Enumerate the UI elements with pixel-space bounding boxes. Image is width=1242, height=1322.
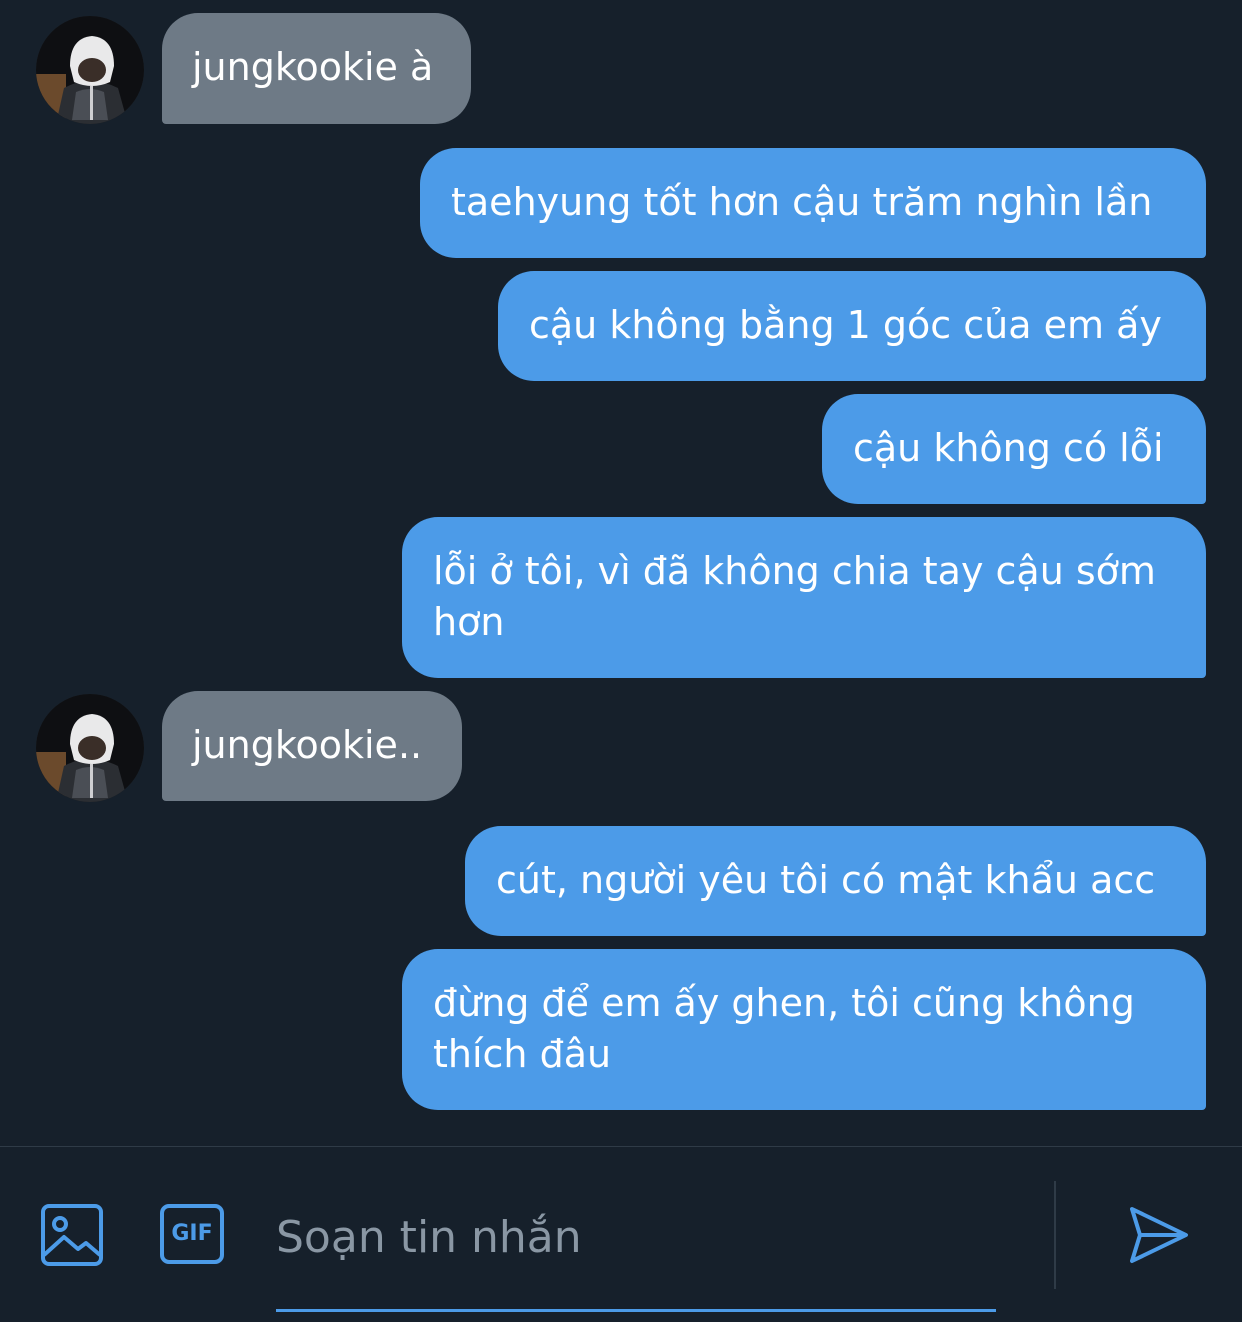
message-composer: GIF — [0, 1146, 1242, 1322]
avatar[interactable] — [36, 16, 144, 124]
message-bubble-outgoing[interactable]: cút, người yêu tôi có mật khẩu acc — [465, 826, 1206, 936]
message-bubble-incoming[interactable]: jungkookie.. — [162, 691, 462, 801]
gif-label: GIF — [171, 1221, 213, 1246]
image-icon[interactable] — [40, 1203, 104, 1267]
message-bubble-outgoing[interactable]: lỗi ở tôi, vì đã không chia tay cậu sớm … — [402, 517, 1206, 678]
message-bubble-outgoing[interactable]: đừng để em ấy ghen, tôi cũng không thích… — [402, 949, 1206, 1110]
gif-icon[interactable]: GIF — [159, 1203, 225, 1265]
message-input-wrapper — [276, 1191, 996, 1312]
message-bubble-incoming[interactable]: jungkookie à — [162, 13, 471, 124]
message-bubble-outgoing[interactable]: cậu không có lỗi — [822, 394, 1206, 504]
message-bubble-outgoing[interactable]: cậu không bằng 1 góc của em ấy — [498, 271, 1206, 381]
message-thread[interactable]: jungkookie à taehyung tốt hơn cậu trăm n… — [0, 0, 1242, 1146]
avatar[interactable] — [36, 694, 144, 802]
avatar-image — [36, 16, 144, 124]
message-input[interactable] — [276, 1207, 996, 1267]
dm-conversation-screen: jungkookie à taehyung tốt hơn cậu trăm n… — [0, 0, 1242, 1322]
send-icon[interactable] — [1126, 1203, 1190, 1267]
composer-divider — [1054, 1181, 1056, 1289]
avatar-image — [36, 694, 144, 802]
message-bubble-outgoing[interactable]: taehyung tốt hơn cậu trăm nghìn lần — [420, 148, 1206, 258]
